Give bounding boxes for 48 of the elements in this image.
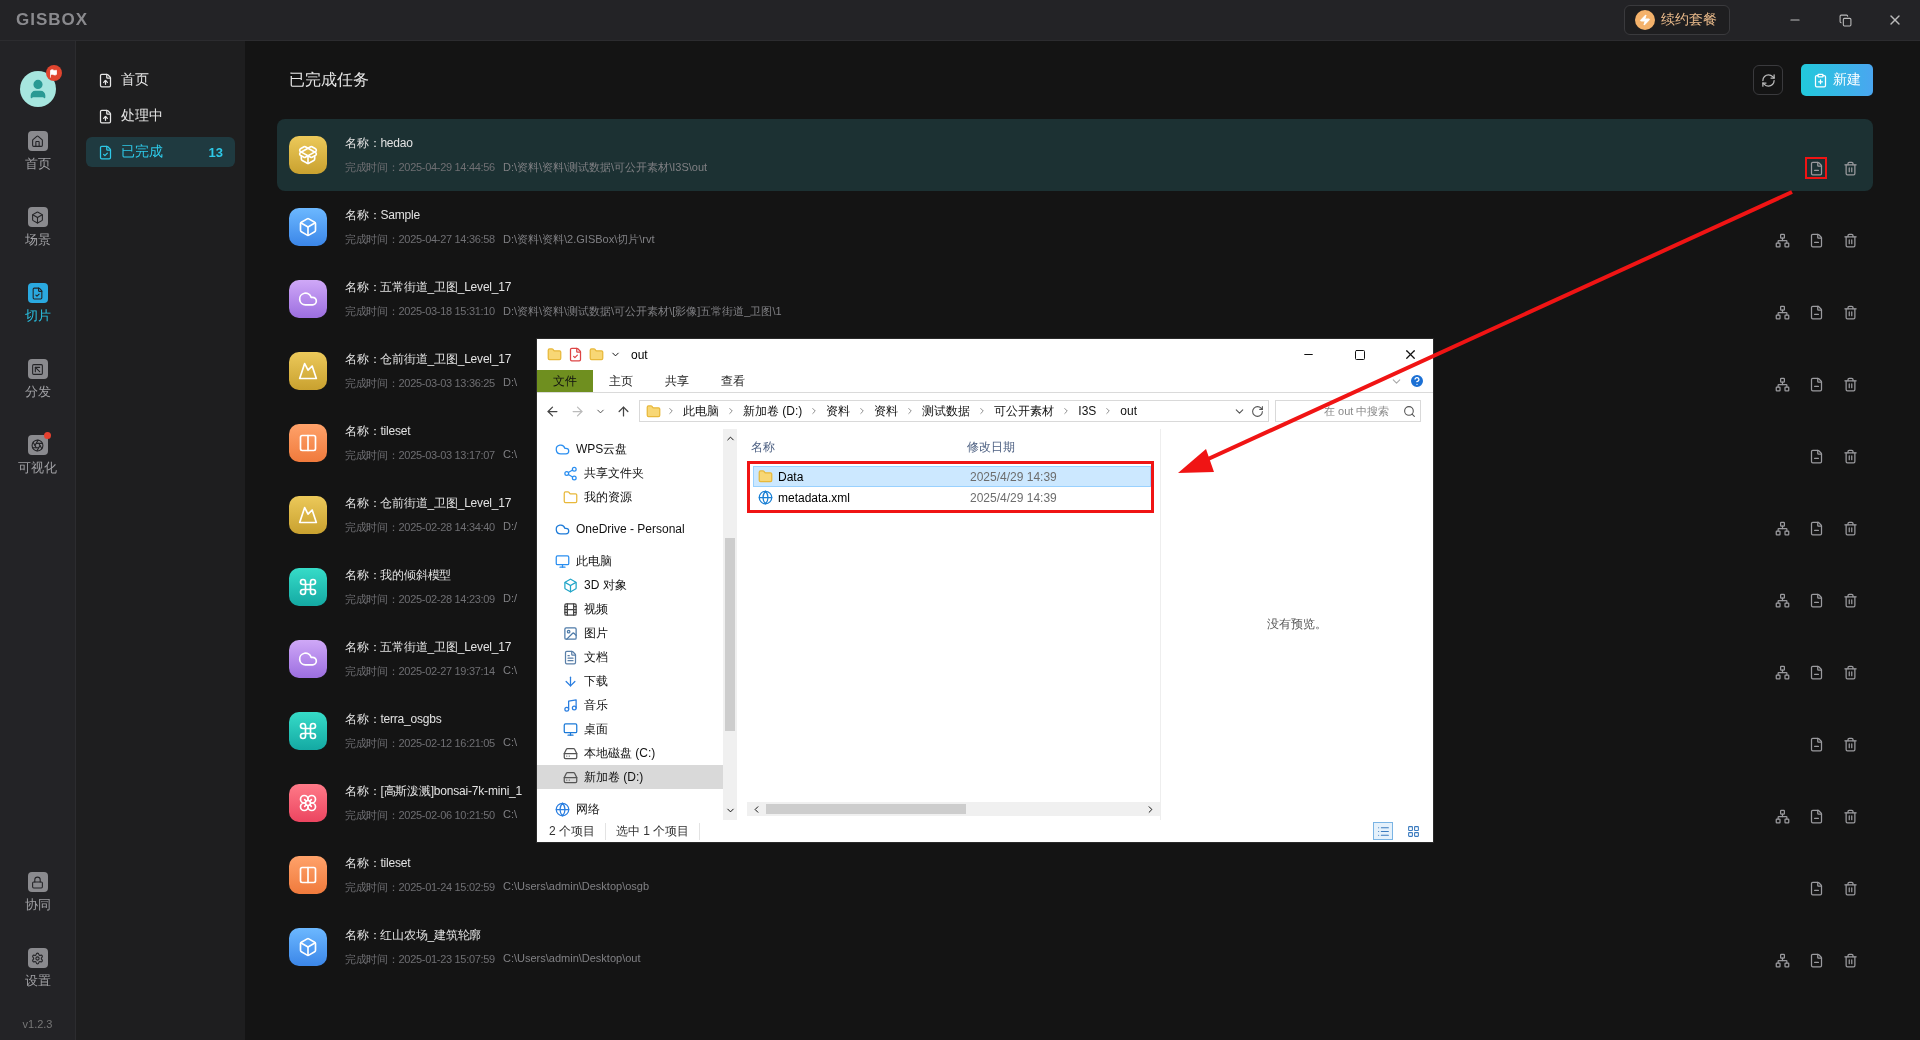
task-name: 名称：Sample	[345, 207, 420, 224]
completion-time: 完成时间：2025-02-12 16:21:05	[345, 736, 495, 751]
task-name: 名称：红山农场_建筑轮廓	[345, 927, 482, 944]
task-name: 名称：仓前街道_卫图_Level_17	[345, 495, 512, 512]
task-name: 名称：terra_osgbs	[345, 711, 442, 728]
completion-time: 完成时间：2025-01-23 15:07:59	[345, 952, 495, 967]
completion-time: 完成时间：2025-02-27 19:37:14	[345, 664, 495, 679]
completion-time: 完成时间：2025-04-29 14:44:56	[345, 160, 495, 175]
window-title: out	[631, 347, 648, 362]
completion-time: 完成时间：2025-04-27 14:36:58	[345, 232, 495, 247]
file-name: metadata.xml	[754, 490, 964, 505]
output-path: D:\资料\资料\测试数据\可公开素材\[影像]五常街道_卫图\1	[502, 304, 782, 319]
output-path: D:\	[502, 376, 517, 390]
completion-time: 完成时间：2025-03-18 15:31:10	[345, 304, 495, 319]
completion-time: 完成时间：2025-02-06 10:21:50	[345, 808, 495, 823]
output-path: D:/	[502, 592, 517, 606]
output-path: C:\	[502, 808, 517, 822]
file-name: Data	[754, 469, 964, 484]
task-name: 名称：[高斯泼溅]bonsai-7k-mini_1	[345, 783, 523, 800]
status-text: 2 个项目	[549, 822, 606, 840]
task-name: 名称：hedao	[345, 135, 413, 152]
app-logo: GISBOX	[16, 10, 89, 30]
task-name: 名称：tileset	[345, 855, 411, 872]
output-path: C:\	[502, 448, 517, 462]
completion-time: 完成时间：2025-02-28 14:23:09	[345, 592, 495, 607]
completion-time: 完成时间：2025-03-03 13:36:25	[345, 376, 495, 391]
task-name: 名称：tileset	[345, 423, 411, 440]
version-label: v1.2.3	[22, 1018, 53, 1030]
task-name: 名称：五常街道_卫图_Level_17	[345, 639, 512, 656]
completion-time: 完成时间：2025-03-03 13:17:07	[345, 448, 495, 463]
task-name: 名称：我的倾斜模型	[345, 567, 452, 584]
task-name: 名称：五常街道_卫图_Level_17	[345, 279, 512, 296]
status-text: 选中 1 个项目	[616, 822, 701, 840]
output-path: C:\Users\admin\Desktop\osgb	[502, 880, 650, 894]
output-path: D:\资料\资料\测试数据\可公开素材\I3S\out	[502, 160, 708, 175]
output-path: C:\	[502, 736, 517, 750]
preview-message: 没有预览。	[1267, 616, 1327, 633]
modified-date: 2025/4/29 14:39	[969, 490, 1057, 505]
page-title: 已完成任务	[289, 69, 369, 90]
output-path: D:\资料\资料\2.GISBox\切片\rvt	[502, 232, 655, 247]
completion-time: 完成时间：2025-01-24 15:02:59	[345, 880, 495, 895]
count-label: 13	[208, 144, 223, 160]
modified-date: 2025/4/29 14:39	[969, 469, 1057, 484]
completion-time: 完成时间：2025-02-28 14:34:40	[345, 520, 495, 535]
output-path: C:\Users\admin\Desktop\out	[502, 952, 641, 966]
task-name: 名称：仓前街道_卫图_Level_17	[345, 351, 512, 368]
output-path: C:\	[502, 664, 517, 678]
output-path: D:/	[502, 520, 517, 534]
